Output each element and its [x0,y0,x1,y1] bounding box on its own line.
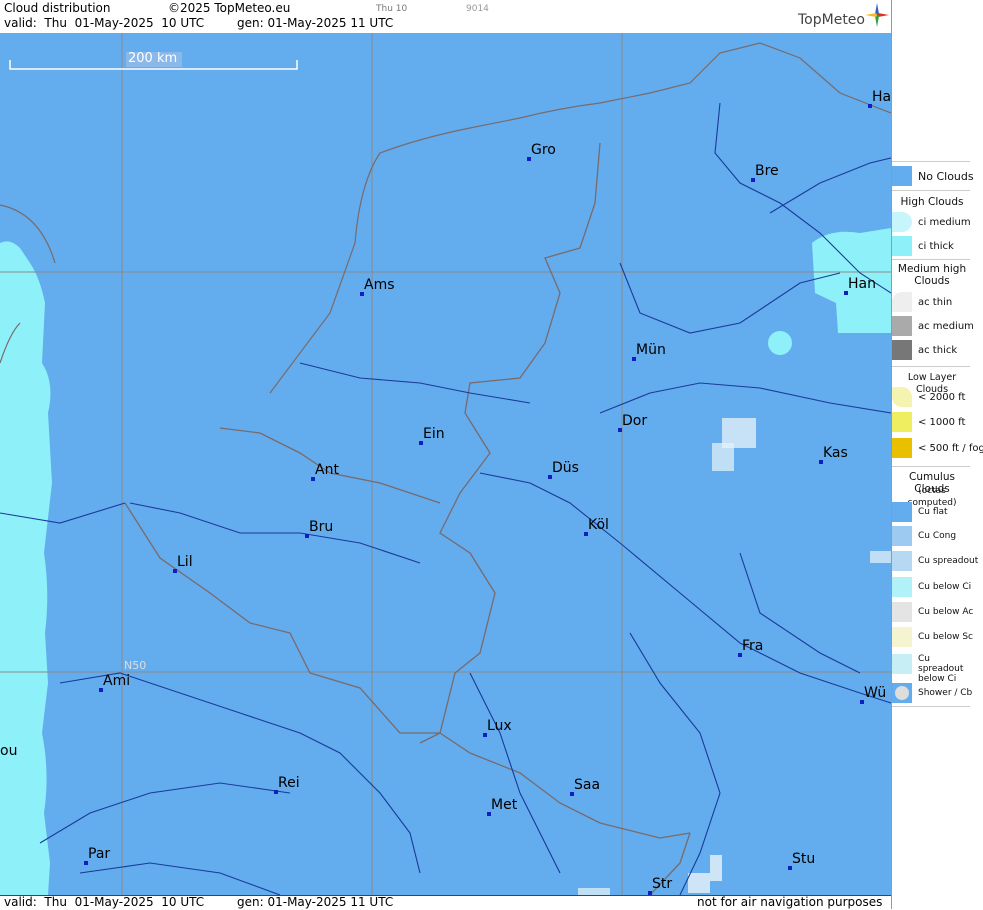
city-label: Bru [309,519,334,535]
swatch [892,654,912,674]
city-label: Stu [792,851,816,867]
city-label: Köl [588,517,609,533]
swatch [892,340,912,360]
swatch [892,236,912,256]
footer-gen: gen: 01-May-2025 11 UTC [237,895,394,909]
legend-low-1000: < 1000 ft [892,412,970,432]
legend-cu-flat: Cu flat [892,502,970,522]
swatch [892,438,912,458]
map-header: Cloud distribution ©2025 TopMeteo.eu Thu… [0,0,891,34]
city-label: Ein [423,426,445,442]
map-footer: valid: Thu 01-May-2025 10 UTC gen: 01-Ma… [0,895,891,910]
legend-high-title: High Clouds [900,196,964,208]
legend-ci-medium: ci medium [892,212,971,232]
swatch [892,551,912,571]
disclaimer: not for air navigation purposes [697,895,883,909]
swatch [892,387,912,407]
legend-panel: No Clouds High Clouds ci medium ci thick… [891,0,983,909]
legend-no-clouds: No Clouds [892,166,974,186]
city-label: Gro [531,142,556,158]
city-label: Ami [103,673,131,689]
swatch [892,166,912,186]
swatch [892,602,912,622]
city-label: Ant [315,462,339,478]
cu-specks [578,418,891,895]
city-label: Fra [742,638,764,654]
city-label: Dor [622,413,648,429]
ci-patch-west [0,241,52,895]
city-label: Bre [755,163,779,179]
cloud-map[interactable]: 200 km N50 Gro Bre Ha Ams Han Mün Dor Ei… [0,33,891,895]
city-label: Str [652,876,673,892]
ci-patch-small [768,331,792,355]
legend-ci-thick: ci thick [892,236,970,256]
legend-cu-cong: Cu Cong [892,526,970,546]
latitude-label: N50 [124,659,147,672]
copyright: ©2025 TopMeteo.eu [168,1,291,15]
compass-icon [865,3,889,27]
product-code: 9014 [466,4,489,14]
legend-shower: Shower / Cb [892,683,972,703]
city-label: Düs [552,460,579,476]
legend-ac-medium: ac medium [892,316,974,336]
city-label: Saa [574,777,601,793]
swatch [892,526,912,546]
coastline [0,42,891,394]
swatch [892,502,912,522]
city-label: Par [88,846,111,862]
topmeteo-logo: TopMeteo [798,12,865,28]
legend-ac-thin: ac thin [892,292,970,312]
swatch [892,577,912,597]
gen-time: gen: 01-May-2025 11 UTC [237,16,394,30]
legend-cu-spread: Cu spreadout [892,551,978,571]
city-label: ou [0,743,18,759]
swatch [892,412,912,432]
legend-medium-title: Medium high Clouds [897,263,967,287]
legend-low-2000: < 2000 ft [892,387,970,407]
day-tag: Thu 10 [376,4,408,14]
swatch [892,627,912,647]
city-label: Lux [487,718,512,734]
legend-ac-thick: ac thick [892,340,970,360]
city-label: Wü [864,685,887,701]
swatch [892,292,912,312]
legend-cu-below-sc: Cu below Sc [892,627,973,647]
swatch [892,212,912,232]
city-label: Kas [823,445,848,461]
city-label: Rei [278,775,300,791]
legend-cu-spread-ci: Cu spreadout below Ci [892,654,970,684]
legend-cu-below-ac: Cu below Ac [892,602,973,622]
legend-low-500: < 500 ft / fog [892,438,983,458]
swatch [892,316,912,336]
city-label: Han [848,276,876,292]
rivers [0,102,891,895]
city-label: Ams [364,277,395,293]
city-label: Mün [636,342,666,358]
city-label: Met [491,797,518,813]
valid-time: valid: Thu 01-May-2025 10 UTC [4,16,205,30]
legend-cu-below-ci: Cu below Ci [892,577,971,597]
footer-valid: valid: Thu 01-May-2025 10 UTC [4,895,205,909]
city-label: Ha [872,89,891,105]
shower-icon [892,683,912,703]
city-label: Lil [177,554,193,570]
scale-label: 200 km [128,51,178,66]
map-title: Cloud distribution [4,1,111,15]
